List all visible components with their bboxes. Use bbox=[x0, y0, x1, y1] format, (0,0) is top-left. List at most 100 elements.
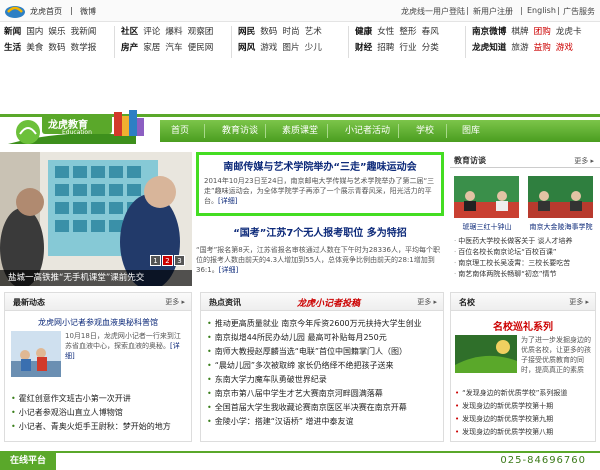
channel-link[interactable]: 评论 bbox=[143, 27, 160, 37]
list-item[interactable]: 小记者、青奥火炬手王尉秋：梦开始的地方 bbox=[11, 420, 191, 434]
channel-link[interactable]: 整形 bbox=[399, 27, 416, 37]
channel-link[interactable]: 招聘 bbox=[377, 43, 394, 53]
list-item[interactable]: 发现身边的新优质学校第十期 bbox=[455, 400, 595, 413]
more-link[interactable]: 更多 ▸ bbox=[165, 297, 185, 307]
secondary-desc: “国考”报名第8天，江苏省报名审核通过人数在下午时为28336人，平均每个职位的… bbox=[196, 245, 444, 275]
education-logo[interactable]: 龙虎教育 Education bbox=[6, 104, 156, 148]
nav-schools[interactable]: 学校 bbox=[416, 122, 434, 140]
channel-link[interactable]: 家居 bbox=[143, 43, 160, 53]
english-link[interactable]: English bbox=[527, 6, 556, 15]
list-item[interactable]: 发现身边的新优质学校第八期 bbox=[455, 426, 595, 439]
channel-link[interactable]: 娱乐 bbox=[48, 27, 65, 37]
list-item[interactable]: 南京拟增44所民办幼儿园 最高可补贴每月250元 bbox=[207, 331, 443, 345]
channel-house[interactable]: 房产 bbox=[121, 43, 138, 53]
channel-nav: 新闻 国内 娱乐 我新闻 生活 美食 数码 数学报 社区 评论 爆料 观察团 房产 家居 汽车 便民网 … bbox=[0, 24, 600, 60]
list-item[interactable]: 百位名校长南京论坛“百校百课” bbox=[454, 247, 600, 258]
nav-interview[interactable]: 教育访谈 bbox=[222, 122, 258, 140]
nav-reporter-activity[interactable]: 小记者活动 bbox=[345, 122, 390, 140]
channel-link[interactable]: 美食 bbox=[26, 43, 43, 53]
more-link[interactable]: 更多 ▸ bbox=[417, 297, 437, 307]
list-item[interactable]: 南师大教授赵厚麟当选“电联”首位中国籍掌门人（图） bbox=[207, 345, 443, 359]
channel-style[interactable]: 网风 bbox=[238, 43, 255, 53]
interview-photo[interactable] bbox=[454, 176, 519, 218]
reporter-submit-badge[interactable]: 龙虎小记者投稿 bbox=[297, 296, 360, 309]
more-link[interactable]: 更多 ▸ bbox=[574, 156, 594, 166]
register-link[interactable]: 新用户注册 bbox=[473, 6, 513, 17]
list-item[interactable]: 全国首届大学生我收藏论赛南京医区半决赛在南京开幕 bbox=[207, 401, 443, 415]
channel-link[interactable]: 分类 bbox=[422, 43, 439, 53]
list-item[interactable]: 中医药大学校长做客关于 谈人才培养 bbox=[454, 236, 600, 247]
channel-link[interactable]: 龙虎卡 bbox=[556, 27, 582, 37]
channel-netizen[interactable]: 网民 bbox=[238, 27, 255, 37]
channel-news[interactable]: 新闻 bbox=[4, 27, 21, 37]
list-item[interactable]: 金陵小学：搭建“汉语桥” 增进中泰友谊 bbox=[207, 415, 443, 429]
thumb-caption[interactable]: 南京大金陵海事学院 bbox=[526, 222, 596, 232]
slide-page-2[interactable]: 2 bbox=[162, 255, 173, 266]
channel-link[interactable]: 团购 bbox=[534, 27, 551, 37]
channel-link[interactable]: 便民网 bbox=[188, 43, 214, 53]
list-item[interactable]: 发现身边的新优质学校第九期 bbox=[455, 413, 595, 426]
list-item[interactable]: 东南大学力魔车队勇破世界纪录 bbox=[207, 373, 443, 387]
site-logo-icon[interactable] bbox=[4, 3, 26, 19]
channel-link[interactable]: 爆料 bbox=[165, 27, 182, 37]
channel-link[interactable]: 汽车 bbox=[165, 43, 182, 53]
channel-link[interactable]: 益购 bbox=[534, 43, 551, 53]
nav-quality-class[interactable]: 素质课堂 bbox=[282, 122, 318, 140]
divider: | bbox=[557, 6, 560, 15]
news-headline[interactable]: 龙虎网小记者参观血液奥秘科普馆 bbox=[5, 317, 191, 328]
school-series-title[interactable]: 名校巡礼系列 bbox=[451, 318, 595, 333]
hero-slideshow[interactable]: 盐城一高铁推“无手机课堂”课前先交 1 2 3 bbox=[0, 152, 192, 286]
weibo-link[interactable]: 微博 bbox=[80, 6, 96, 17]
nav-gallery[interactable]: 图库 bbox=[462, 122, 480, 140]
channel-link[interactable]: 棋牌 bbox=[511, 27, 528, 37]
login-link[interactable]: 龙虎线一用户登陆 bbox=[401, 6, 465, 17]
channel-health[interactable]: 健康 bbox=[355, 27, 372, 37]
news-photo[interactable] bbox=[11, 331, 61, 377]
channel-link[interactable]: 旅游 bbox=[511, 43, 528, 53]
nav-home[interactable]: 首页 bbox=[171, 122, 189, 140]
channel-link[interactable]: 观察团 bbox=[188, 27, 214, 37]
channel-link[interactable]: 行业 bbox=[399, 43, 416, 53]
thumb-caption[interactable]: 琥琚三红十钟山 bbox=[452, 222, 522, 232]
ad-service-link[interactable]: 广告服务 bbox=[563, 6, 595, 17]
channel-link[interactable]: 图片 bbox=[282, 43, 299, 53]
channel-link[interactable]: 数学报 bbox=[71, 43, 97, 53]
list-item[interactable]: 小记者参观浴山直立人博物馆 bbox=[11, 406, 191, 420]
channel-finance[interactable]: 财经 bbox=[355, 43, 372, 53]
list-item[interactable]: “晨幼儿园”多次被取缔 家长仍络绎不绝把孩子送来 bbox=[207, 359, 443, 373]
list-item[interactable]: 南艺南体两院长畅聊“初恋”情节 bbox=[454, 269, 600, 280]
channel-life[interactable]: 生活 bbox=[4, 43, 21, 53]
channel-link[interactable]: 国内 bbox=[26, 27, 43, 37]
channel-link[interactable]: 艺术 bbox=[305, 27, 322, 37]
channel-link[interactable]: 女性 bbox=[377, 27, 394, 37]
detail-link[interactable]: [详细] bbox=[219, 266, 238, 274]
interview-photo[interactable] bbox=[528, 176, 593, 218]
channel-link[interactable]: 游戏 bbox=[556, 43, 573, 53]
channel-link[interactable]: 数码 bbox=[260, 27, 277, 37]
secondary-title[interactable]: “国考”江苏7个无人报考职位 多为特招 bbox=[196, 224, 444, 239]
list-item[interactable]: 霍红创意作文班古小第一次开讲 bbox=[11, 392, 191, 406]
list-item[interactable]: 推动更高质量就业 南京今年斥资2600万元扶持大学生创业 bbox=[207, 317, 443, 331]
list-item[interactable]: “发现身边的新优质学校”系列报道 bbox=[455, 387, 595, 400]
channel-link[interactable]: 少儿 bbox=[305, 43, 322, 53]
channel-link[interactable]: 我新闻 bbox=[71, 27, 97, 37]
detail-link[interactable]: [详细] bbox=[218, 197, 237, 205]
home-link[interactable]: 龙虎首页 bbox=[30, 6, 62, 17]
channel-longhu-zhidao[interactable]: 龙虎知道 bbox=[472, 43, 506, 53]
headline-title[interactable]: 南邮传媒与艺术学院举办“三走”趣味运动会 bbox=[199, 158, 441, 173]
channel-link[interactable]: 时尚 bbox=[282, 27, 299, 37]
hero-caption[interactable]: 盐城一高铁推“无手机课堂”课前先交 bbox=[0, 270, 192, 286]
channel-community[interactable]: 社区 bbox=[121, 27, 138, 37]
channel-link[interactable]: 游戏 bbox=[260, 43, 277, 53]
list-item[interactable]: 南京市第八届中学生才艺大赛南京河畔圆满落幕 bbox=[207, 387, 443, 401]
list-item[interactable]: 南京理工校长吴凌霄：三校长要吃苦 bbox=[454, 258, 600, 269]
slide-page-3[interactable]: 3 bbox=[174, 255, 185, 266]
slide-page-1[interactable]: 1 bbox=[150, 255, 161, 266]
logo-subtitle: Education bbox=[62, 129, 92, 136]
channel-link[interactable]: 春风 bbox=[422, 27, 439, 37]
more-link[interactable]: 更多 ▸ bbox=[569, 297, 589, 307]
channel-nanjing-weibo[interactable]: 南京微博 bbox=[472, 27, 506, 37]
channel-link[interactable]: 数码 bbox=[48, 43, 65, 53]
school-banner-image[interactable] bbox=[455, 335, 517, 373]
panel-header: 教育访谈 更多 ▸ bbox=[450, 152, 600, 168]
